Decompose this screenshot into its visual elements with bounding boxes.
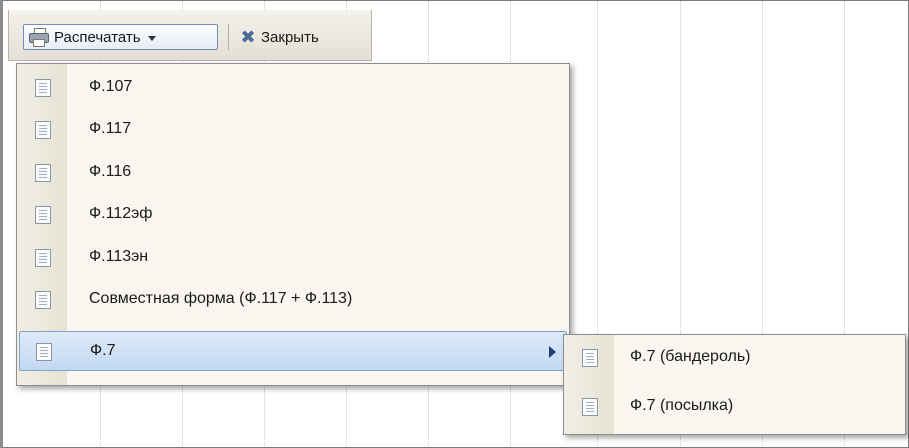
close-button[interactable]: ✖ Закрыть [235,24,375,50]
menu-item-joint-form[interactable]: Совместная форма (Ф.117 + Ф.113) [19,280,567,320]
menu-item-label: Ф.113эн [89,248,149,265]
menu-item-f113en[interactable]: Ф.113эн [19,238,567,278]
submenu-item-label: Ф.7 (бандероль) [630,348,751,365]
menu-item-label: Совместная форма (Ф.117 + Ф.113) [89,290,353,307]
dropdown-arrow-icon[interactable] [147,36,156,41]
menu-item-f116[interactable]: Ф.116 [19,153,567,193]
document-icon [35,291,51,309]
menu-item-label: Ф.112эф [89,205,153,222]
close-icon: ✖ [240,27,256,47]
menu-item-label: Ф.107 [89,78,133,95]
printer-icon [29,28,49,47]
document-icon [36,343,52,361]
toolbar-separator [228,24,229,50]
menu-item-f112ef[interactable]: Ф.112эф [19,195,567,235]
submenu-item-f7-posylka[interactable]: Ф.7 (посылка) [566,387,903,427]
f7-submenu: Ф.7 (бандероль) Ф.7 (посылка) [563,334,906,435]
menu-item-f7[interactable]: Ф.7 [19,331,567,371]
menu-item-f117[interactable]: Ф.117 [19,110,567,150]
document-icon [35,206,51,224]
close-button-label: Закрыть [261,28,319,46]
submenu-item-label: Ф.7 (посылка) [630,397,734,414]
menu-item-label: Ф.117 [89,120,132,137]
document-icon [35,121,51,139]
left-border [0,0,3,448]
menu-item-label: Ф.7 [90,342,116,359]
document-icon [35,249,51,267]
chevron-right-icon [549,346,556,358]
toolbar: Распечатать ✖ Закрыть [8,10,372,61]
submenu-item-f7-banderol[interactable]: Ф.7 (бандероль) [566,338,903,378]
print-dropdown-menu: Ф.107 Ф.117 Ф.116 Ф.112эф Ф.113эн Совмес… [16,63,570,386]
menu-item-f107[interactable]: Ф.107 [19,68,567,108]
print-button-label: Распечатать [54,28,141,46]
menu-item-label: Ф.116 [89,163,132,180]
print-button[interactable]: Распечатать [23,24,218,50]
document-icon [35,164,51,182]
document-icon [582,398,598,416]
document-icon [582,349,598,367]
document-icon [35,79,51,97]
